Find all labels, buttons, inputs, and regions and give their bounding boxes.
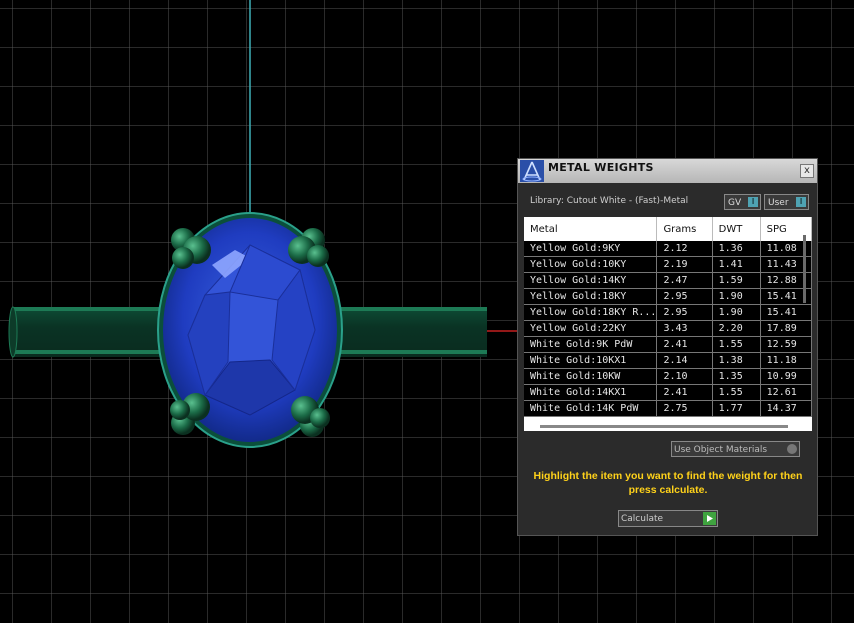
table-row[interactable]: Yellow Gold:9KY 2.12 1.36 11.08 — [524, 241, 812, 257]
radio-indicator-icon — [787, 444, 797, 454]
use-object-materials-toggle[interactable]: Use Object Materials — [671, 441, 800, 457]
table-cell-metal: White Gold:10KW — [524, 368, 658, 385]
table-cell-metal: White Gold:9K PdW — [524, 336, 658, 353]
table-cell-spg: 17.89 — [760, 320, 812, 337]
table-cell-dwt: 1.35 — [712, 368, 761, 385]
table-horizontal-scrollbar[interactable] — [540, 425, 788, 428]
table-cell-metal: Yellow Gold:18KY — [524, 288, 658, 305]
table-row[interactable]: Yellow Gold:18KY R... 2.95 1.90 15.41 — [524, 304, 812, 321]
table-cell-spg: 12.59 — [760, 336, 812, 353]
table-cell-metal: White Gold:14KX1 — [524, 384, 658, 401]
user-toggle-label: User — [768, 198, 789, 208]
table-cell-grams: 2.41 — [656, 336, 713, 353]
gv-toggle-indicator: I — [748, 197, 758, 207]
table-cell-dwt: 2.20 — [712, 320, 761, 337]
table-cell-grams: 2.47 — [656, 272, 713, 289]
calculate-label: Calculate — [621, 514, 664, 524]
use-object-materials-label: Use Object Materials — [674, 445, 768, 455]
logo-icon — [520, 160, 544, 182]
table-cell-dwt: 1.59 — [712, 272, 761, 289]
table-cell-metal: White Gold:14K PdW — [524, 400, 658, 417]
table-cell-dwt: 1.77 — [712, 400, 761, 417]
gv-toggle-label: GV — [728, 198, 742, 208]
close-icon[interactable]: x — [800, 164, 814, 178]
table-row[interactable]: White Gold:14KX1 2.41 1.55 12.61 — [524, 384, 812, 401]
library-label: Library: Cutout White - (Fast)-Metal — [530, 196, 689, 206]
metal-weights-panel: METAL WEIGHTS x Library: Cutout White - … — [517, 158, 818, 536]
table-cell-metal: Yellow Gold:10KY — [524, 256, 658, 273]
table-cell-grams: 2.12 — [656, 241, 713, 257]
gv-toggle[interactable]: GV I — [724, 194, 761, 210]
table-cell-grams: 2.10 — [656, 368, 713, 385]
panel-title: METAL WEIGHTS — [548, 161, 654, 174]
table-row[interactable]: White Gold:14K PdW 2.75 1.77 14.37 — [524, 400, 812, 417]
table-cell-dwt: 1.38 — [712, 352, 761, 369]
table-cell-metal: Yellow Gold:22KY — [524, 320, 658, 337]
table-cell-dwt: 1.90 — [712, 304, 761, 321]
table-cell-grams: 3.43 — [656, 320, 713, 337]
table-cell-dwt: 1.90 — [712, 288, 761, 305]
table-row[interactable]: Yellow Gold:18KY 2.95 1.90 15.41 — [524, 288, 812, 305]
table-row[interactable]: White Gold:10KX1 2.14 1.38 11.18 — [524, 352, 812, 369]
table-row[interactable]: Yellow Gold:10KY 2.19 1.41 11.43 — [524, 256, 812, 273]
column-header-grams[interactable]: Grams — [656, 217, 713, 241]
table-cell-grams: 2.14 — [656, 352, 713, 369]
table-cell-spg: 14.37 — [760, 400, 812, 417]
table-cell-metal: White Gold:10KX1 — [524, 352, 658, 369]
play-icon — [703, 512, 716, 525]
calculate-button[interactable]: Calculate — [618, 510, 718, 527]
panel-titlebar[interactable]: METAL WEIGHTS x — [518, 159, 817, 183]
table-cell-grams: 2.75 — [656, 400, 713, 417]
table-vertical-scrollbar[interactable] — [803, 235, 806, 303]
table-header-row: Metal Grams DWT SPG — [524, 217, 812, 241]
table-row[interactable]: Yellow Gold:14KY 2.47 1.59 12.88 — [524, 272, 812, 289]
table-cell-spg: 11.18 — [760, 352, 812, 369]
table-cell-dwt: 1.36 — [712, 241, 761, 257]
table-cell-dwt: 1.55 — [712, 336, 761, 353]
user-toggle-indicator: I — [796, 197, 806, 207]
metal-table: Metal Grams DWT SPG Yellow Gold:9KY 2.12 1… — [524, 217, 812, 431]
table-cell-metal: Yellow Gold:14KY — [524, 272, 658, 289]
table-cell-spg: 10.99 — [760, 368, 812, 385]
table-cell-grams: 2.95 — [656, 304, 713, 321]
table-cell-dwt: 1.41 — [712, 256, 761, 273]
table-cell-grams: 2.95 — [656, 288, 713, 305]
table-cell-grams: 2.41 — [656, 384, 713, 401]
table-cell-grams: 2.19 — [656, 256, 713, 273]
table-cell-spg: 15.41 — [760, 304, 812, 321]
table-cell-spg: 12.61 — [760, 384, 812, 401]
table-cell-metal: Yellow Gold:9KY — [524, 241, 658, 257]
column-header-metal[interactable]: Metal — [524, 217, 658, 241]
table-cell-metal: Yellow Gold:18KY R... — [524, 304, 658, 321]
user-toggle[interactable]: User I — [764, 194, 809, 210]
table-row[interactable]: Yellow Gold:22KY 3.43 2.20 17.89 — [524, 320, 812, 337]
table-row[interactable]: White Gold:10KW 2.10 1.35 10.99 — [524, 368, 812, 385]
table-row[interactable]: White Gold:9K PdW 2.41 1.55 12.59 — [524, 336, 812, 353]
column-header-dwt[interactable]: DWT — [712, 217, 761, 241]
table-cell-dwt: 1.55 — [712, 384, 761, 401]
instructions-text: Highlight the item you want to find the … — [533, 470, 803, 496]
